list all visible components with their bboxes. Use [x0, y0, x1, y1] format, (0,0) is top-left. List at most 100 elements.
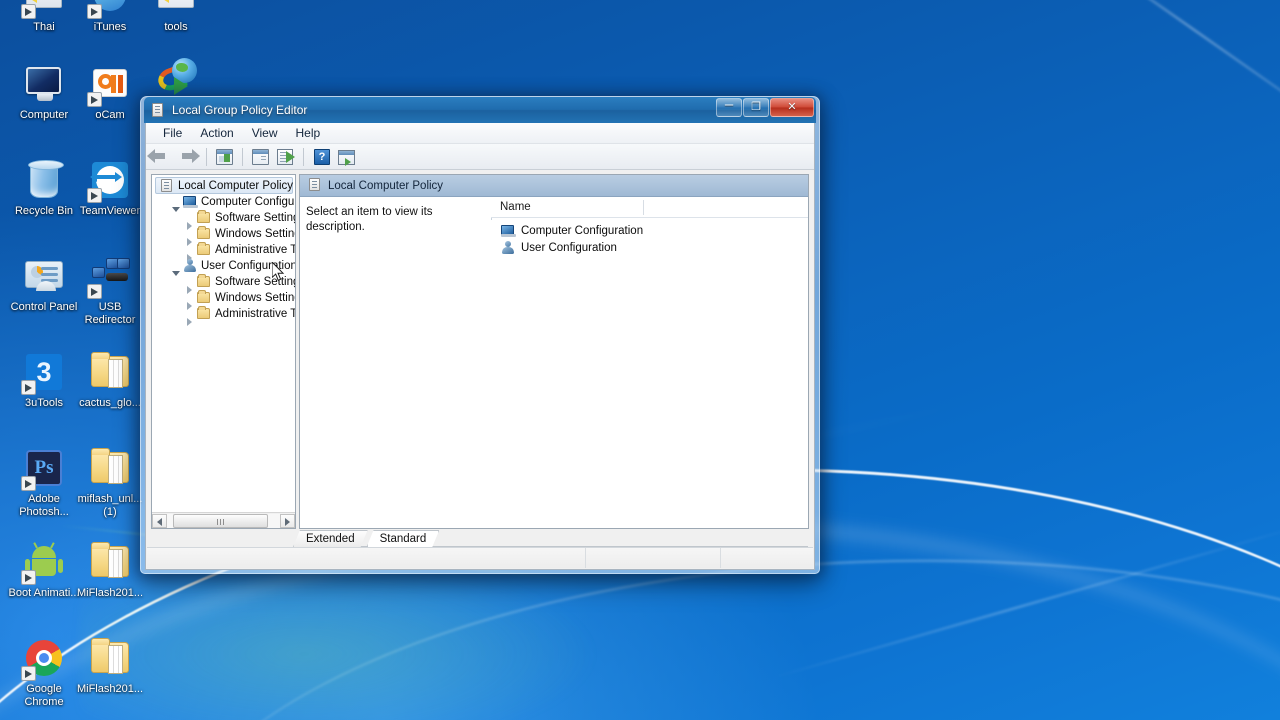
desktop-icon-usb-redirector[interactable]: USB Redirector	[72, 254, 148, 326]
desktop-icon-label: 3uTools	[25, 397, 63, 409]
desktop-icon-label: MiFlash201...	[76, 683, 144, 695]
tree-node-computer-configuration[interactable]: Computer Configuration	[152, 194, 295, 212]
console-tree-pane[interactable]: Local Computer Policy Computer Configurat…	[151, 174, 296, 529]
column-header-name[interactable]: Name	[491, 197, 643, 218]
back-arrow-icon	[147, 148, 165, 163]
desktop-icon-cactus-glo[interactable]: cactus_glo...	[72, 350, 148, 410]
column-header-blank[interactable]	[643, 197, 808, 218]
help-button[interactable]: ?	[310, 146, 333, 168]
desktop-icon-label: Boot Animati...	[8, 587, 80, 599]
desktop-icon-label: oCam	[95, 109, 125, 121]
forward-button[interactable]	[177, 146, 200, 168]
forward-arrow-icon	[182, 148, 200, 163]
tree-node-label: Administrative Templates	[215, 244, 295, 256]
toolbar: ?	[146, 144, 814, 170]
desktop-icon-label: miflash_unl... (1)	[77, 493, 143, 518]
properties-button[interactable]	[249, 146, 272, 168]
computer-icon	[22, 62, 66, 106]
desktop-icon-google-chrome[interactable]: Google Chrome	[6, 636, 82, 708]
view-tabstrip: Extended Standard	[146, 529, 814, 547]
menu-file[interactable]: File	[154, 124, 191, 142]
export-list-button[interactable]	[274, 146, 297, 168]
folder-icon	[88, 636, 132, 680]
list-view[interactable]: Name Computer Configuration User Configur…	[490, 197, 808, 528]
scroll-thumb[interactable]	[173, 513, 268, 528]
itunes-icon	[87, 0, 132, 19]
list-row-label: User Configuration	[521, 241, 617, 254]
tree-node-administrative-templates[interactable]: Administrative Templates	[152, 306, 295, 326]
desktop-icon-label: Computer	[19, 109, 69, 121]
view-tab-extended[interactable]: Extended	[293, 530, 368, 547]
tree-node-administrative-templates[interactable]: Administrative Templates	[152, 242, 295, 262]
desktop-icon-control-panel[interactable]: Control Panel	[6, 254, 82, 314]
tree-node-windows-settings[interactable]: Windows Settings	[152, 290, 295, 310]
tree-node-user-configuration[interactable]: User Configuration	[152, 258, 295, 276]
scroll-left-arrow-icon[interactable]	[152, 513, 167, 528]
shortcut-overlay-icon	[87, 284, 102, 299]
scroll-track[interactable]	[167, 513, 280, 528]
show-hide-tree-button[interactable]	[213, 146, 236, 168]
desktop-icon-boot-animati[interactable]: Boot Animati...	[6, 540, 82, 600]
scroll-right-arrow-icon[interactable]	[280, 513, 295, 528]
desktop-icon-computer[interactable]: Computer	[6, 62, 82, 122]
view-tab-standard[interactable]: Standard	[367, 530, 440, 547]
mmc-console-icon	[150, 102, 166, 118]
tree-node-local-computer-policy[interactable]: Local Computer Policy	[155, 177, 293, 194]
toolbar-separator-2	[242, 147, 243, 166]
desktop-icon-miflash201[interactable]: MiFlash201...	[72, 636, 148, 696]
close-button[interactable]: ✕	[770, 98, 814, 117]
statusbar-pane-3	[721, 548, 813, 568]
desktop-icon-thai[interactable]: Thai	[6, 0, 82, 34]
window-titlebar[interactable]: Local Group Policy Editor – ❐ ✕	[144, 97, 816, 123]
desktop-icon-label: Recycle Bin	[14, 205, 74, 217]
desktop-icon-miflash201[interactable]: MiFlash201...	[72, 540, 148, 600]
folder-icon	[154, 0, 198, 18]
local-group-policy-editor-window[interactable]: Local Group Policy Editor – ❐ ✕ File Act…	[140, 96, 820, 574]
tree-node-windows-settings[interactable]: Windows Settings	[152, 226, 295, 246]
folder-icon	[88, 446, 132, 490]
help-question-icon: ?	[314, 148, 330, 165]
tree-node-software-settings[interactable]: Software Settings	[152, 274, 295, 294]
tree-horizontal-scrollbar[interactable]	[152, 512, 295, 528]
console-tree[interactable]: Local Computer Policy Computer Configurat…	[152, 175, 295, 512]
desktop[interactable]: Thai iTunes tools Computer oCam Recycle Bin Te…	[0, 0, 1280, 720]
folder-icon	[88, 350, 132, 394]
minimize-button[interactable]: –	[716, 96, 742, 117]
folder-icon	[196, 306, 212, 321]
desktop-icon-3utools[interactable]: 3 3uTools	[6, 350, 82, 410]
menu-view[interactable]: View	[243, 124, 287, 142]
desktop-icon-miflash-unl-1[interactable]: miflash_unl... (1)	[72, 446, 148, 518]
photoshop-icon: Ps	[21, 446, 66, 491]
list-row-computer-configuration[interactable]: Computer Configuration	[491, 222, 808, 239]
shortcut-overlay-icon	[21, 4, 36, 19]
console-tree-icon	[216, 148, 233, 165]
shortcut-overlay-icon	[87, 4, 102, 19]
desktop-icon-label: tools	[164, 21, 188, 33]
menu-action[interactable]: Action	[191, 124, 242, 142]
window-title: Local Group Policy Editor	[172, 103, 308, 117]
minimize-icon: –	[724, 96, 734, 113]
tree-node-label: Administrative Templates	[215, 308, 295, 320]
desktop-icon-itunes[interactable]: iTunes	[72, 0, 148, 34]
tree-node-software-settings[interactable]: Software Settings	[152, 210, 295, 230]
shortcut-overlay-icon	[87, 188, 102, 203]
desktop-icon-teamviewer[interactable]: TeamViewer	[72, 158, 148, 218]
properties-icon	[252, 148, 269, 165]
user-config-icon	[182, 259, 198, 273]
usb-redirector-icon	[87, 254, 132, 299]
console-content: Local Computer Policy Computer Configurat…	[146, 170, 814, 529]
desktop-icon-tools[interactable]: tools	[138, 0, 214, 34]
maximize-button[interactable]: ❐	[743, 98, 769, 117]
chrome-icon	[21, 636, 66, 681]
menu-help[interactable]: Help	[287, 124, 330, 142]
back-button[interactable]	[147, 146, 175, 168]
desktop-icon-adobe-photosh[interactable]: Ps Adobe Photosh...	[6, 446, 82, 518]
toolbar-separator-3	[303, 147, 304, 166]
tree-node-label: User Configuration	[201, 260, 295, 272]
show-action-pane-button[interactable]	[335, 146, 358, 168]
list-view-header: Name	[491, 197, 808, 218]
list-row-user-configuration[interactable]: User Configuration	[491, 239, 808, 256]
desktop-icon-recycle-bin[interactable]: Recycle Bin	[6, 158, 82, 218]
desktop-icon-ocam[interactable]: oCam	[72, 62, 148, 122]
toolbar-separator-1	[206, 147, 207, 166]
